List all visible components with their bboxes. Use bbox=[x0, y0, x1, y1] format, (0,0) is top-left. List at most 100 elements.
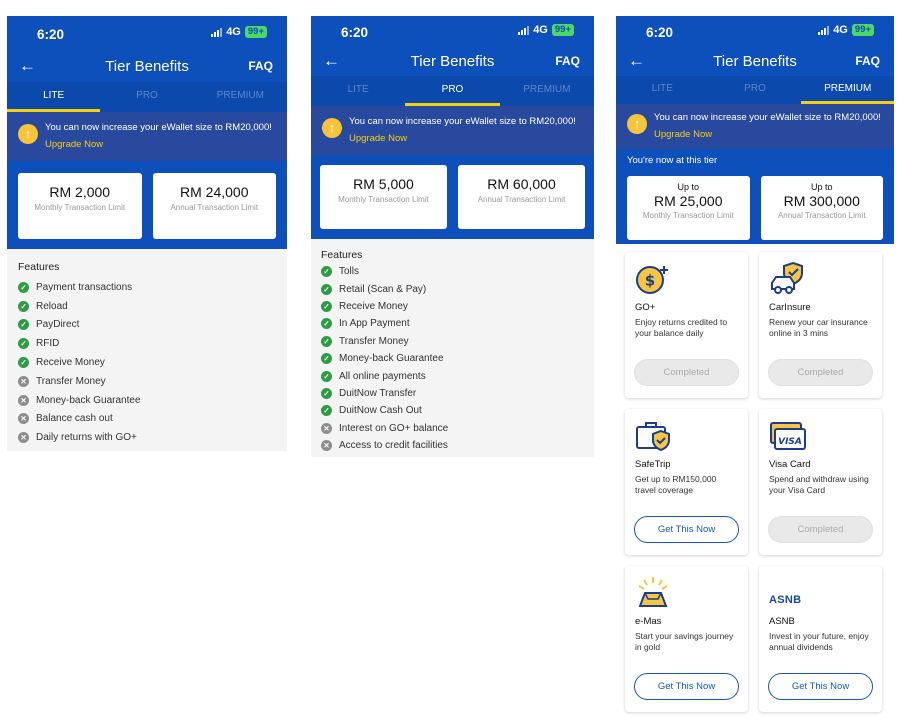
status-indicators: 4G 99+ bbox=[211, 26, 267, 38]
page-title: Tier Benefits bbox=[713, 52, 797, 70]
get-this-now-button[interactable]: Get This Now bbox=[634, 673, 739, 700]
feature-item: ✕ Access to credit facilities bbox=[321, 437, 584, 454]
premium-tier-screen: 6:20 4G 99+ ← Tier Benefits FAQ LITE PRO… bbox=[616, 16, 895, 712]
tier-tabs: LITE PRO PREMIUM bbox=[616, 76, 895, 104]
feature-item: ✓ Money-back Guarantee bbox=[321, 350, 584, 367]
upgrade-now-link[interactable]: Upgrade Now bbox=[654, 129, 712, 141]
annual-limit-label: Annual Transaction Limit bbox=[477, 195, 566, 204]
visa-card-icon: VISA bbox=[769, 418, 873, 452]
feature-label: DuitNow Transfer bbox=[339, 387, 417, 399]
banner-text: You can now increase your eWallet size t… bbox=[45, 122, 272, 133]
annual-limit-amount: RM 60,000 bbox=[487, 176, 556, 192]
network-label: 4G bbox=[833, 24, 848, 36]
header-area: 6:20 4G 99+ ← Tier Benefits FAQ LITE PRO… bbox=[311, 16, 594, 239]
cross-icon: ✕ bbox=[321, 440, 332, 452]
feature-label: Access to credit facilities bbox=[339, 440, 448, 452]
check-icon: ✓ bbox=[321, 353, 332, 365]
back-arrow-icon[interactable]: ← bbox=[628, 52, 645, 69]
svg-text:VISA: VISA bbox=[778, 437, 802, 447]
back-arrow-icon[interactable]: ← bbox=[323, 52, 340, 69]
completed-button: Completed bbox=[768, 359, 873, 386]
gold-bar-icon bbox=[635, 575, 739, 609]
feature-label: Tolls bbox=[339, 266, 360, 278]
monthly-limit-label: Monthly Transaction Limit bbox=[338, 195, 429, 204]
status-indicators: 4G 99+ bbox=[818, 24, 874, 36]
tab-pro[interactable]: PRO bbox=[100, 82, 193, 112]
feature-item: ✓ Retail (Scan & Pay) bbox=[321, 280, 584, 297]
check-icon: ✓ bbox=[321, 300, 332, 312]
pro-tier-screen: 6:20 4G 99+ ← Tier Benefits FAQ LITE PRO… bbox=[311, 16, 594, 458]
cross-icon: ✕ bbox=[18, 413, 29, 425]
faq-button[interactable]: FAQ bbox=[248, 59, 273, 73]
faq-button[interactable]: FAQ bbox=[555, 54, 580, 68]
annual-limit-amount: RM 300,000 bbox=[783, 193, 860, 209]
arrow-up-icon: ↑ bbox=[18, 124, 38, 144]
check-icon: ✓ bbox=[18, 281, 29, 293]
feature-item: ✓ RFID bbox=[18, 334, 276, 353]
feature-label: Daily returns with GO+ bbox=[36, 432, 137, 444]
suitcase-shield-icon bbox=[635, 418, 739, 452]
check-icon: ✓ bbox=[321, 318, 332, 330]
annual-limit-label: Annual Transaction Limit bbox=[170, 203, 259, 212]
check-icon: ✓ bbox=[321, 405, 332, 417]
tab-premium[interactable]: PREMIUM bbox=[194, 82, 287, 112]
feature-item: ✕ Transfer Money bbox=[18, 372, 276, 391]
status-time: 6:20 bbox=[341, 25, 369, 40]
tab-pro[interactable]: PRO bbox=[709, 76, 802, 104]
upgrade-now-link[interactable]: Upgrade Now bbox=[45, 139, 103, 151]
feature-item: ✓ PayDirect bbox=[18, 316, 276, 335]
status-bar: 6:20 4G 99+ bbox=[311, 16, 594, 46]
get-this-now-button[interactable]: Get This Now bbox=[634, 516, 739, 543]
upgrade-banner: ↑ You can now increase your eWallet size… bbox=[616, 104, 894, 149]
feature-label: Transfer Money bbox=[339, 335, 409, 347]
network-label: 4G bbox=[533, 24, 548, 36]
monthly-limit-label: Monthly Transaction Limit bbox=[642, 211, 734, 220]
check-icon: ✓ bbox=[321, 266, 332, 278]
upgrade-now-link[interactable]: Upgrade Now bbox=[349, 133, 407, 145]
benefit-description: Invest in your future, enjoy annual divi… bbox=[769, 631, 869, 652]
check-icon: ✓ bbox=[321, 335, 332, 347]
tab-premium[interactable]: PREMIUM bbox=[500, 76, 594, 106]
get-this-now-button[interactable]: Get This Now bbox=[768, 673, 873, 700]
tier-tabs: LITE PRO PREMIUM bbox=[7, 82, 287, 112]
nav-bar: ← Tier Benefits FAQ bbox=[311, 46, 594, 76]
limits-row: RM 2,000 Monthly Transaction Limit RM 24… bbox=[7, 161, 287, 249]
signal-icon bbox=[211, 27, 223, 37]
network-label: 4G bbox=[226, 26, 241, 38]
benefit-name: SafeTrip bbox=[635, 459, 671, 470]
benefit-name: CarInsure bbox=[769, 302, 811, 313]
status-bar: 6:20 4G 99+ bbox=[616, 16, 894, 46]
asnb-logo-text: ASNB bbox=[769, 594, 802, 606]
annual-limit-amount: RM 24,000 bbox=[180, 184, 249, 200]
limits-row: Up to RM 25,000 Monthly Transaction Limi… bbox=[616, 169, 894, 244]
benefit-description: Enjoy returns credited to your balance d… bbox=[635, 317, 728, 338]
check-icon: ✓ bbox=[321, 370, 332, 382]
benefit-name: Visa Card bbox=[769, 459, 811, 470]
back-arrow-icon[interactable]: ← bbox=[19, 57, 36, 74]
tab-pro[interactable]: PRO bbox=[405, 76, 500, 106]
annual-limit-prefix: Up to bbox=[810, 182, 833, 192]
cross-icon: ✕ bbox=[18, 432, 29, 444]
faq-button[interactable]: FAQ bbox=[855, 54, 880, 68]
feature-label: Money-back Guarantee bbox=[36, 394, 141, 406]
benefit-description: Renew your car insurance online in 3 min… bbox=[769, 317, 868, 338]
feature-item: ✓ DuitNow Transfer bbox=[321, 385, 584, 402]
annual-limit-card: Up to RM 300,000 Annual Transaction Limi… bbox=[760, 176, 883, 240]
upgrade-banner: ↑ You can now increase your eWallet size… bbox=[7, 112, 287, 161]
tab-lite[interactable]: LITE bbox=[311, 76, 405, 106]
tab-lite[interactable]: LITE bbox=[7, 82, 101, 112]
annual-limit-label: Annual Transaction Limit bbox=[777, 211, 866, 220]
tab-lite[interactable]: LITE bbox=[616, 76, 709, 104]
annual-limit-card: RM 60,000 Annual Transaction Limit bbox=[458, 165, 585, 229]
check-icon: ✓ bbox=[321, 283, 332, 295]
gold-coin-icon: $ bbox=[635, 261, 739, 295]
tab-premium[interactable]: PREMIUM bbox=[801, 76, 895, 104]
monthly-limit-card: RM 2,000 Monthly Transaction Limit bbox=[18, 173, 142, 239]
monthly-limit-prefix: Up to bbox=[677, 182, 699, 192]
completed-button: Completed bbox=[768, 516, 873, 543]
feature-label: Reload bbox=[36, 300, 68, 312]
page-title: Tier Benefits bbox=[105, 57, 189, 75]
signal-icon bbox=[818, 25, 830, 35]
monthly-limit-amount: RM 5,000 bbox=[353, 176, 414, 192]
limits-row: RM 5,000 Monthly Transaction Limit RM 60… bbox=[311, 155, 594, 239]
